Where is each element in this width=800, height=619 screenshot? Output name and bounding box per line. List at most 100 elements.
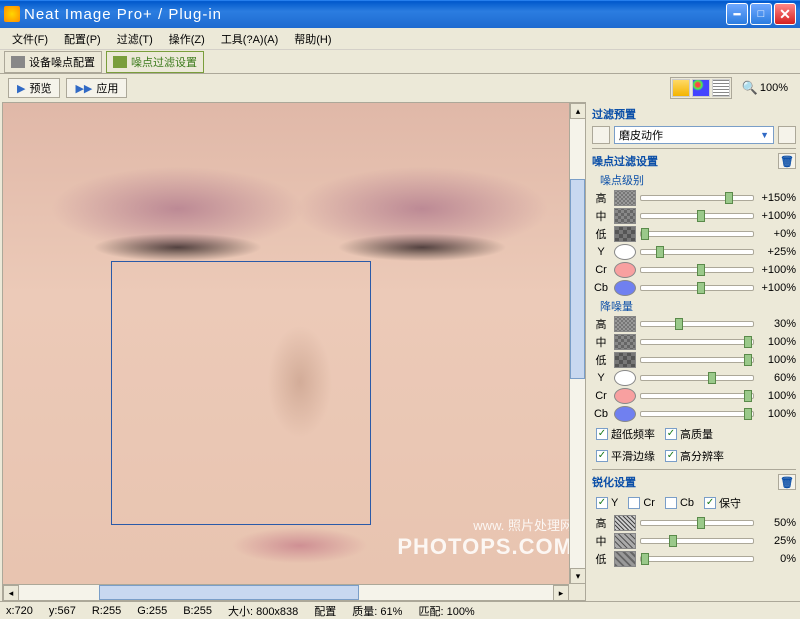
magnifier-icon: 🔍 — [742, 80, 758, 96]
reduce-y-row: Y60% — [592, 369, 796, 387]
reduce-y-slider[interactable] — [640, 375, 754, 381]
tab-filter-label: 噪点过滤设置 — [131, 54, 197, 70]
cb-channel-icon — [614, 280, 636, 296]
hq-checkbox[interactable]: ✓高质量 — [665, 426, 713, 442]
status-g: 255 — [149, 605, 167, 617]
level-low-row: 低+0% — [592, 225, 796, 243]
sharpen-cb-checkbox[interactable]: Cb — [665, 495, 694, 511]
cb-channel-icon — [614, 406, 636, 422]
sharpen-mid-slider[interactable] — [640, 538, 754, 544]
freq-mid-icon — [614, 208, 636, 224]
titlebar: Neat Image Pro+ / Plug-in ━ □ ✕ — [0, 0, 800, 28]
level-mid-slider[interactable] — [640, 213, 754, 219]
scroll-down-button[interactable]: ▾ — [570, 568, 586, 584]
selection-rectangle[interactable] — [111, 261, 371, 525]
y-channel-icon — [614, 244, 636, 260]
menu-help[interactable]: 帮助(H) — [286, 29, 339, 49]
status-config: 配置 — [314, 603, 336, 619]
reduce-high-slider[interactable] — [640, 321, 754, 327]
image-canvas[interactable]: www. 照片处理网 PHOTOPS.COM — [3, 103, 585, 584]
view-original-button[interactable] — [672, 79, 690, 97]
status-y: 567 — [57, 605, 75, 617]
sharpen-low-slider[interactable] — [640, 556, 754, 562]
vscroll-thumb[interactable] — [570, 179, 585, 379]
preset-save-button[interactable] — [778, 126, 796, 144]
preview-button[interactable]: ▶预览 — [8, 78, 60, 98]
level-y-slider[interactable] — [640, 249, 754, 255]
freq-high-icon — [614, 190, 636, 206]
close-button[interactable]: ✕ — [774, 3, 796, 25]
menu-file[interactable]: 文件(F) — [4, 29, 56, 49]
status-match: 100% — [447, 606, 475, 618]
reduce-mid-slider[interactable] — [640, 339, 754, 345]
sharpen-high-icon — [614, 515, 636, 531]
status-b: 255 — [194, 605, 212, 617]
smooth-checkbox[interactable]: ✓平滑边缘 — [596, 448, 655, 464]
level-low-slider[interactable] — [640, 231, 754, 237]
toolbar: ▶预览 ▶▶应用 🔍100% — [0, 74, 800, 102]
sharpen-mid-row: 中25% — [592, 532, 796, 550]
vertical-scrollbar[interactable]: ▴ ▾ — [569, 103, 585, 584]
view-variants-button[interactable] — [712, 79, 730, 97]
chevron-down-icon: ▼ — [760, 130, 769, 140]
app-icon — [4, 6, 20, 22]
level-high-row: 高+150% — [592, 189, 796, 207]
reset-sharpen-button[interactable]: 🗑 — [778, 474, 796, 490]
level-cb-slider[interactable] — [640, 285, 754, 291]
freq-high-icon — [614, 316, 636, 332]
hires-checkbox[interactable]: ✓高分辨率 — [665, 448, 724, 464]
horizontal-scrollbar[interactable]: ◂ ▸ — [3, 584, 569, 600]
level-cb-row: Cb+100% — [592, 279, 796, 297]
scroll-corner — [569, 584, 585, 600]
preset-load-button[interactable] — [592, 126, 610, 144]
tab-noise-filter[interactable]: 噪点过滤设置 — [106, 51, 204, 73]
sharpen-high-slider[interactable] — [640, 520, 754, 526]
menu-action[interactable]: 操作(Z) — [161, 29, 213, 49]
vlf-checkbox[interactable]: ✓超低频率 — [596, 426, 655, 442]
image-viewport[interactable]: www. 照片处理网 PHOTOPS.COM ▴ ▾ ◂ ▸ — [2, 102, 586, 601]
cr-channel-icon — [614, 388, 636, 404]
sharpen-low-icon — [614, 551, 636, 567]
preset-header: 过滤预置 — [592, 104, 796, 124]
sharpen-low-row: 低0% — [592, 550, 796, 568]
statusbar: x:720 y:567 R:255 G:255 B:255 大小: 800x83… — [0, 601, 800, 619]
sharpen-cr-checkbox[interactable]: Cr — [628, 495, 655, 511]
view-component-button[interactable] — [692, 79, 710, 97]
menu-config[interactable]: 配置(P) — [56, 29, 109, 49]
menu-tools[interactable]: 工具(?A)(A) — [213, 29, 286, 49]
reduce-cr-slider[interactable] — [640, 393, 754, 399]
scroll-left-button[interactable]: ◂ — [3, 585, 19, 601]
reduce-cr-row: Cr100% — [592, 387, 796, 405]
maximize-button[interactable]: □ — [750, 3, 772, 25]
reset-filter-button[interactable]: 🗑 — [778, 153, 796, 169]
sharpen-mid-icon — [614, 533, 636, 549]
menu-filter[interactable]: 过滤(T) — [109, 29, 161, 49]
sharpen-y-checkbox[interactable]: ✓Y — [596, 495, 618, 511]
menubar: 文件(F) 配置(P) 过滤(T) 操作(Z) 工具(?A)(A) 帮助(H) — [0, 28, 800, 50]
preset-dropdown[interactable]: 磨皮动作▼ — [614, 126, 774, 144]
level-mid-row: 中+100% — [592, 207, 796, 225]
status-x: 720 — [15, 605, 33, 617]
reduce-cb-row: Cb100% — [592, 405, 796, 423]
level-high-slider[interactable] — [640, 195, 754, 201]
tab-device-label: 设备噪点配置 — [29, 54, 95, 70]
reduce-mid-row: 中100% — [592, 333, 796, 351]
level-cr-slider[interactable] — [640, 267, 754, 273]
sharpen-high-row: 高50% — [592, 514, 796, 532]
apply-button[interactable]: ▶▶应用 — [66, 78, 127, 98]
reduce-low-slider[interactable] — [640, 357, 754, 363]
hscroll-thumb[interactable] — [99, 585, 359, 600]
status-size: 800x838 — [256, 606, 298, 618]
level-cr-row: Cr+100% — [592, 261, 796, 279]
scroll-up-button[interactable]: ▴ — [570, 103, 586, 119]
sharpen-keep-checkbox[interactable]: ✓保守 — [704, 495, 741, 511]
tab-device-noise[interactable]: 设备噪点配置 — [4, 51, 102, 73]
reduce-cb-slider[interactable] — [640, 411, 754, 417]
scroll-right-button[interactable]: ▸ — [553, 585, 569, 601]
fastforward-icon: ▶▶ — [75, 82, 92, 95]
zoom-control[interactable]: 🔍100% — [738, 80, 792, 96]
freq-low-icon — [614, 352, 636, 368]
watermark: www. 照片处理网 PHOTOPS.COM — [397, 515, 573, 560]
freq-low-icon — [614, 226, 636, 242]
minimize-button[interactable]: ━ — [726, 3, 748, 25]
